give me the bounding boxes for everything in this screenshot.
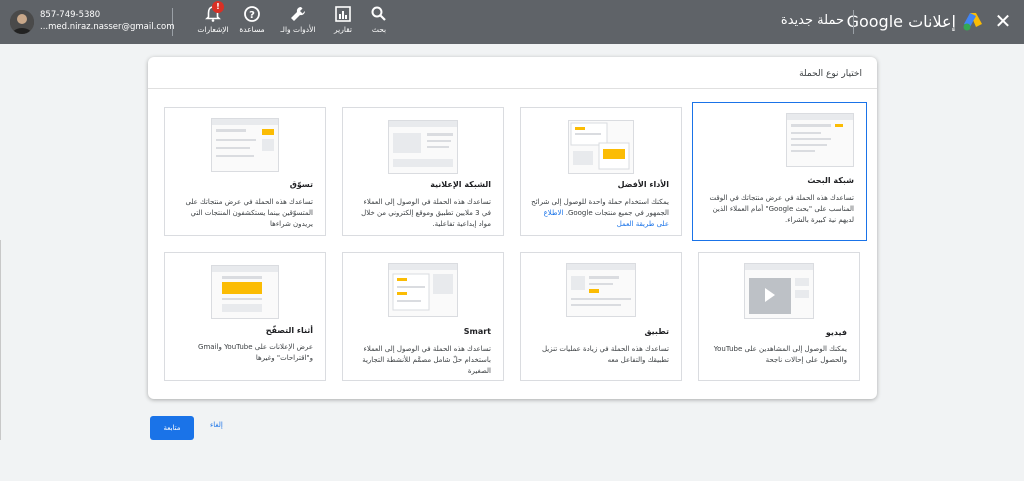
wrench-icon <box>291 6 306 21</box>
card-search[interactable]: شبكة البحث تساعدك هذه الحملة في عرض منتج… <box>692 102 867 241</box>
page-title: حملة جديدة <box>780 13 844 28</box>
discovery-thumbnail <box>211 265 279 319</box>
display-thumbnail <box>388 120 458 174</box>
card-performance-max[interactable]: الأداء الأفضل يمكنك استخدام حملة واحدة ل… <box>520 107 682 236</box>
notifications-button[interactable]: ! الإشعارات <box>196 1 230 34</box>
card-title: الشبكة الإعلانية <box>430 180 491 189</box>
reports-label: تقارير <box>333 25 352 34</box>
campaign-type-dialog: اختيار نوع الحملة شبكة البحث تساعدك هذه … <box>148 57 877 399</box>
svg-text:?: ? <box>249 10 255 21</box>
help-label: مساعدة <box>239 25 265 34</box>
account-email[interactable]: ...med.niraz.nasser@gmail.com <box>40 22 174 32</box>
help-button[interactable]: ? مساعدة <box>238 5 266 34</box>
avatar-image <box>10 10 34 34</box>
card-discovery[interactable]: أثناء التصفّح عرض الإعلانات على YouTube … <box>164 252 326 381</box>
dialog-divider <box>148 88 877 89</box>
search-thumbnail <box>786 113 854 167</box>
cancel-button[interactable]: إلغاء <box>210 421 223 429</box>
card-title: Smart <box>463 327 491 336</box>
card-shopping[interactable]: تسوّق تساعدك هذه الحملة في عرض منتجاتك ع… <box>164 107 326 236</box>
avatar[interactable] <box>10 10 34 34</box>
close-icon[interactable]: ✕ <box>994 11 1012 31</box>
card-smart[interactable]: Smart تساعدك هذه الحملة في الوصول إلى ال… <box>342 252 504 381</box>
top-app-bar: ✕ إعلانات Google حملة جديدة بحث تقارير ا… <box>0 0 1024 44</box>
card-title: أثناء التصفّح <box>265 326 313 335</box>
notification-badge: ! <box>212 1 224 13</box>
help-icon: ? <box>244 6 260 22</box>
card-display[interactable]: الشبكة الإعلانية تساعدك هذه الحملة في ال… <box>342 107 504 236</box>
video-thumbnail <box>744 263 814 319</box>
bar-chart-icon <box>335 6 351 22</box>
search-button[interactable]: بحث <box>368 5 390 34</box>
brand-title: إعلانات Google <box>846 12 956 31</box>
card-description: تساعدك هذه الحملة في عرض منتجاتك في الوق… <box>709 194 854 224</box>
header-divider <box>853 10 854 34</box>
performance-max-thumbnail <box>568 120 634 174</box>
account-phone[interactable]: 857-749-5380 <box>40 10 100 20</box>
app-thumbnail <box>566 263 636 317</box>
card-description: تساعدك هذه الحملة في الوصول إلى العملاء … <box>361 198 491 228</box>
card-title: شبكة البحث <box>807 176 854 185</box>
search-icon <box>371 6 386 21</box>
reports-button[interactable]: تقارير <box>330 5 356 34</box>
card-description: تساعدك هذه الحملة في زيادة عمليات تنزيل … <box>541 345 669 364</box>
card-title: فيديو <box>825 328 847 337</box>
search-label: بحث <box>371 25 387 34</box>
notifications-label: الإشعارات <box>197 25 229 34</box>
card-description: عرض الإعلانات على YouTube وGmail و"اقترا… <box>198 343 313 362</box>
shopping-thumbnail <box>211 118 279 172</box>
smart-thumbnail <box>388 263 458 317</box>
card-description: تساعدك هذه الحملة في عرض منتجاتك على الم… <box>185 198 313 228</box>
card-title: الأداء الأفضل <box>617 180 669 189</box>
card-title: تسوّق <box>289 180 313 189</box>
card-description: يمكنك استخدام حملة واحدة للوصول إلى شرائ… <box>531 197 669 230</box>
tools-label: الأدوات والـ <box>280 25 316 34</box>
page-edge <box>0 240 1 440</box>
card-app[interactable]: تطبيق تساعدك هذه الحملة في زيادة عمليات … <box>520 252 682 381</box>
card-description: تساعدك هذه الحملة في الوصول إلى العملاء … <box>362 345 491 375</box>
continue-button[interactable]: متابعة <box>150 416 194 440</box>
dialog-title: اختيار نوع الحملة <box>799 69 862 79</box>
tools-button[interactable]: الأدوات والـ <box>278 5 318 34</box>
card-description: يمكنك الوصول إلى المشاهدين على YouTube و… <box>713 345 847 364</box>
google-ads-logo-icon <box>963 13 982 31</box>
card-title: تطبيق <box>644 327 669 336</box>
card-video[interactable]: فيديو يمكنك الوصول إلى المشاهدين على You… <box>698 252 860 381</box>
